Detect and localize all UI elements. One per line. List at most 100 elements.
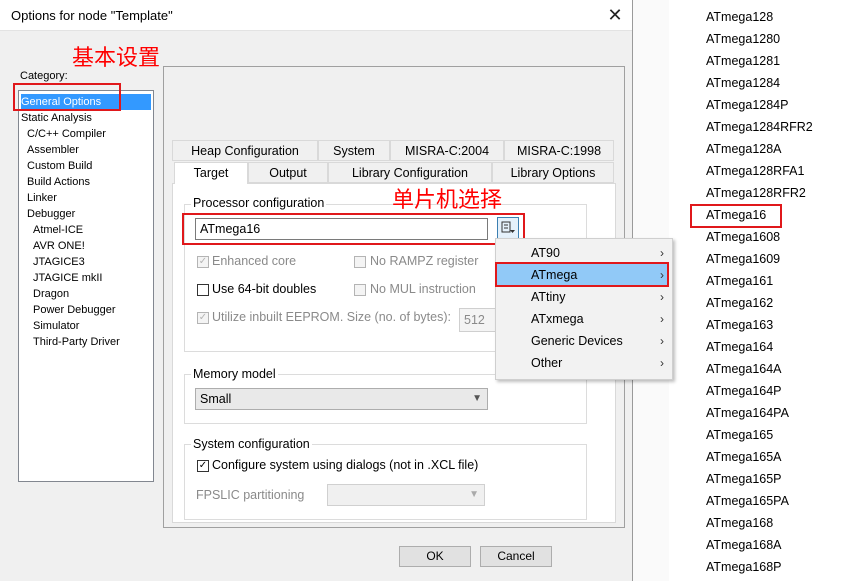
system-group-title: System configuration — [191, 437, 312, 451]
category-power-debugger[interactable]: Power Debugger — [33, 302, 116, 318]
category-dragon[interactable]: Dragon — [33, 286, 69, 302]
highlight-box-processor — [182, 213, 525, 245]
category-jtagice-mkii[interactable]: JTAGICE mkII — [33, 270, 102, 286]
menu-item-label: Generic Devices — [531, 334, 623, 348]
menu-item-atxmega[interactable]: ATxmega › — [497, 308, 669, 330]
device-list-item[interactable]: ATmega1284RFR2 — [706, 116, 813, 138]
device-list-item[interactable]: ATmega161 — [706, 270, 773, 292]
no-mul-label: No MUL instruction — [370, 282, 476, 296]
dialog-title: Options for node "Template" — [11, 8, 173, 23]
device-list-item[interactable]: ATmega165 — [706, 424, 773, 446]
chevron-right-icon: › — [660, 312, 664, 326]
cancel-button[interactable]: Cancel — [480, 546, 552, 567]
device-list-item[interactable]: ATmega1281 — [706, 50, 780, 72]
menu-item-generic-devices[interactable]: Generic Devices › — [497, 330, 669, 352]
device-list-item[interactable]: ATmega1280 — [706, 28, 780, 50]
tab-library-options[interactable]: Library Options — [492, 162, 614, 183]
no-rampz-label: No RAMPZ register — [370, 254, 479, 268]
chevron-right-icon: › — [660, 334, 664, 348]
device-list-item[interactable]: ATmega165A — [706, 446, 782, 468]
device-list-item[interactable]: ATmega162 — [706, 292, 773, 314]
tab-misra-1998[interactable]: MISRA-C:1998 — [504, 140, 614, 161]
no-rampz-checkbox — [354, 256, 366, 268]
chevron-right-icon: › — [660, 290, 664, 304]
category-label: Category: — [20, 70, 68, 82]
device-list-item[interactable]: ATmega164PA — [706, 402, 789, 424]
configure-system-label: Configure system using dialogs (not in .… — [212, 458, 479, 472]
category-list[interactable]: General Options Static Analysis C/C++ Co… — [18, 90, 154, 482]
fpslic-label: FPSLIC partitioning — [196, 488, 305, 502]
memory-model-value: Small — [200, 392, 232, 406]
enhanced-core-label: Enhanced core — [212, 254, 297, 268]
category-atmel-ice[interactable]: Atmel-ICE — [33, 222, 83, 238]
processor-group-title: Processor configuration — [191, 196, 327, 210]
tab-target[interactable]: Target — [174, 162, 248, 184]
menu-item-label: ATtiny — [531, 290, 566, 304]
menu-item-at90[interactable]: AT90 › — [497, 242, 669, 264]
fpslic-select: ▼ — [327, 484, 485, 506]
highlight-box-atmega — [495, 262, 669, 287]
device-list-item[interactable]: ATmega128 — [706, 6, 773, 28]
device-list-item[interactable]: ATmega1608 — [706, 226, 780, 248]
ok-button[interactable]: OK — [399, 546, 471, 567]
device-list-item[interactable]: ATmega164A — [706, 358, 782, 380]
device-list-item[interactable]: ATmega1284P — [706, 94, 788, 116]
device-list-item[interactable]: ATmega168P — [706, 556, 782, 578]
menu-item-label: AT90 — [531, 246, 560, 260]
category-build-actions[interactable]: Build Actions — [27, 174, 90, 190]
device-list-item[interactable]: ATmega128RFA1 — [706, 160, 804, 182]
device-list-item[interactable]: ATmega168A — [706, 534, 782, 556]
chevron-right-icon: › — [660, 246, 664, 260]
tab-heap-configuration[interactable]: Heap Configuration — [172, 140, 318, 161]
category-debugger[interactable]: Debugger — [27, 206, 75, 222]
memory-model-select[interactable]: Small ▼ — [195, 388, 488, 410]
device-list-item[interactable]: ATmega164 — [706, 336, 773, 358]
highlight-box-atmega16 — [690, 204, 782, 228]
category-avr-one[interactable]: AVR ONE! — [33, 238, 85, 254]
tab-library-configuration[interactable]: Library Configuration — [328, 162, 492, 183]
title-bar: Options for node "Template" ✕ — [0, 0, 632, 31]
eeprom-checkbox: ✓ — [197, 312, 209, 324]
highlight-box-general-options — [13, 83, 121, 111]
close-icon[interactable]: ✕ — [603, 4, 627, 26]
menu-item-other[interactable]: Other › — [497, 352, 669, 374]
category-third-party-driver[interactable]: Third-Party Driver — [33, 334, 120, 350]
tab-system[interactable]: System — [318, 140, 390, 161]
no-mul-checkbox — [354, 284, 366, 296]
use64-label: Use 64-bit doubles — [212, 282, 317, 296]
chevron-down-icon: ▼ — [469, 489, 479, 500]
category-assembler[interactable]: Assembler — [27, 142, 79, 158]
annotation-mcu-select: 单片机选择 — [392, 188, 503, 213]
device-list-item[interactable]: ATmega1284 — [706, 72, 780, 94]
category-linker[interactable]: Linker — [27, 190, 57, 206]
category-cpp-compiler[interactable]: C/C++ Compiler — [27, 126, 106, 142]
tab-output[interactable]: Output — [248, 162, 328, 183]
device-list-item[interactable]: ATmega165P — [706, 468, 782, 490]
device-list-item[interactable]: ATmega164P — [706, 380, 782, 402]
device-list-item[interactable]: ATmega1609 — [706, 248, 780, 270]
category-static-analysis[interactable]: Static Analysis — [21, 110, 92, 126]
use64-checkbox[interactable] — [197, 284, 209, 296]
chevron-right-icon: › — [660, 356, 664, 370]
device-list-item[interactable]: ATmega128A — [706, 138, 782, 160]
menu-item-attiny[interactable]: ATtiny › — [497, 286, 669, 308]
menu-item-label: ATxmega — [531, 312, 584, 326]
tab-misra-2004[interactable]: MISRA-C:2004 — [390, 140, 504, 161]
system-group — [184, 444, 587, 520]
eeprom-label: Utilize inbuilt EEPROM. Size (no. of byt… — [212, 310, 451, 324]
menu-item-label: Other — [531, 356, 563, 370]
eeprom-size-field: 512 — [459, 308, 497, 332]
device-list-item[interactable]: ATmega163 — [706, 314, 773, 336]
device-list-item[interactable]: ATmega168 — [706, 512, 773, 534]
category-jtagice3[interactable]: JTAGICE3 — [33, 254, 85, 270]
device-family-menu: AT90 › ATmega › ATtiny › ATxmega › Gener… — [495, 238, 673, 380]
category-custom-build[interactable]: Custom Build — [27, 158, 92, 174]
annotation-basic-settings: 基本设置 — [72, 46, 161, 71]
chevron-down-icon: ▼ — [472, 393, 482, 404]
configure-system-checkbox[interactable]: ✓ — [197, 460, 209, 472]
category-simulator[interactable]: Simulator — [33, 318, 79, 334]
device-list-item[interactable]: ATmega165PA — [706, 490, 789, 512]
enhanced-core-checkbox: ✓ — [197, 256, 209, 268]
memory-group-title: Memory model — [191, 367, 278, 381]
device-list-item[interactable]: ATmega128RFR2 — [706, 182, 806, 204]
